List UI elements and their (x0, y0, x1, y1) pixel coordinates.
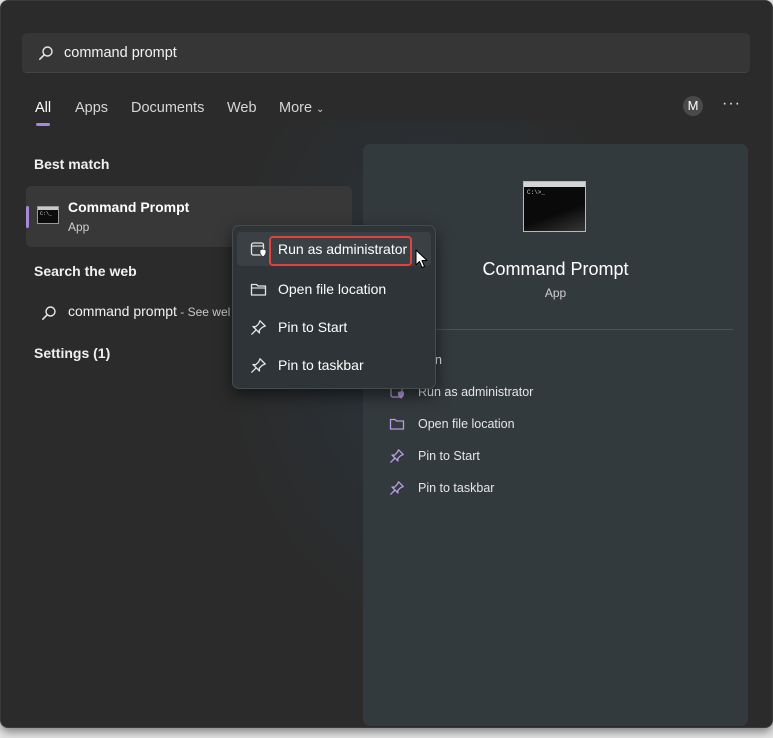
settings-heading[interactable]: Settings (1) (34, 345, 110, 361)
see-web-results: - See wel (176, 305, 231, 319)
search-input[interactable]: command prompt (64, 45, 177, 61)
active-tab-indicator (36, 123, 50, 126)
tab-more-label: More (279, 100, 313, 116)
details-action-label: Pin to taskbar (418, 481, 495, 495)
shield-window-icon (250, 242, 267, 257)
mouse-cursor-icon (415, 249, 428, 268)
pin-icon (251, 358, 266, 373)
pin-icon (390, 449, 404, 463)
menu-item-label: Pin to taskbar (278, 357, 364, 373)
folder-icon (389, 418, 405, 430)
web-search-result[interactable]: command prompt - See wel (68, 303, 230, 319)
search-web-heading: Search the web (34, 263, 137, 279)
details-action-label: Run as administrator (418, 385, 534, 399)
command-prompt-icon: C:\>_ (523, 181, 586, 232)
folder-icon (250, 283, 267, 296)
command-prompt-icon: C:\_ (37, 206, 59, 224)
tab-web[interactable]: Web (227, 100, 257, 116)
tab-more[interactable]: More ⌄ (279, 100, 324, 116)
menu-item-open-file-location[interactable]: Open file location (237, 272, 431, 306)
pin-icon (390, 481, 404, 495)
web-query: command prompt (68, 303, 177, 319)
best-match-heading: Best match (34, 156, 110, 172)
menu-item-label: Pin to Start (278, 319, 348, 335)
tab-all[interactable]: All (35, 100, 51, 116)
annotation-highlight-box (269, 236, 412, 266)
search-icon (42, 306, 56, 320)
more-options-icon[interactable]: ··· (722, 95, 741, 113)
menu-item-pin-to-taskbar[interactable]: Pin to taskbar (237, 348, 431, 382)
chevron-down-icon: ⌄ (316, 104, 325, 115)
details-action-label: Open file location (418, 417, 515, 431)
menu-item-pin-to-start[interactable]: Pin to Start (237, 310, 431, 344)
selection-indicator (26, 206, 29, 228)
search-box[interactable]: command prompt (22, 33, 750, 73)
avatar[interactable]: M (683, 96, 703, 116)
details-action-label: Pin to Start (418, 449, 480, 463)
result-subtitle: App (68, 220, 90, 234)
divider (387, 329, 733, 330)
tab-apps[interactable]: Apps (75, 100, 108, 116)
menu-item-label: Open file location (278, 281, 387, 297)
result-title: Command Prompt (68, 199, 190, 215)
start-search-panel: command prompt All Apps Documents Web Mo… (0, 0, 773, 728)
search-icon (39, 46, 53, 60)
pin-icon (251, 320, 266, 335)
tab-documents[interactable]: Documents (131, 100, 204, 116)
